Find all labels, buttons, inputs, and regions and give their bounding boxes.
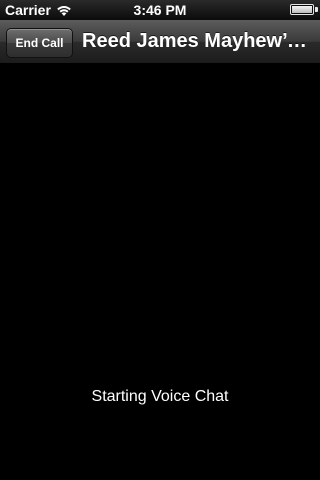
- status-bar: Carrier 3:46 PM: [0, 0, 320, 20]
- battery-level-fill: [292, 6, 312, 13]
- end-call-button[interactable]: End Call: [6, 28, 73, 58]
- battery-nub: [315, 7, 318, 12]
- call-status-message: Starting Voice Chat: [91, 388, 229, 405]
- navigation-bar: End Call Reed James Mayhew’s iPhone: [0, 20, 320, 64]
- status-time: 3:46 PM: [133, 2, 187, 18]
- battery-icon: [290, 4, 314, 15]
- call-content-area: Starting Voice Chat: [0, 64, 320, 480]
- page-title: Reed James Mayhew’s iPhone: [82, 30, 314, 52]
